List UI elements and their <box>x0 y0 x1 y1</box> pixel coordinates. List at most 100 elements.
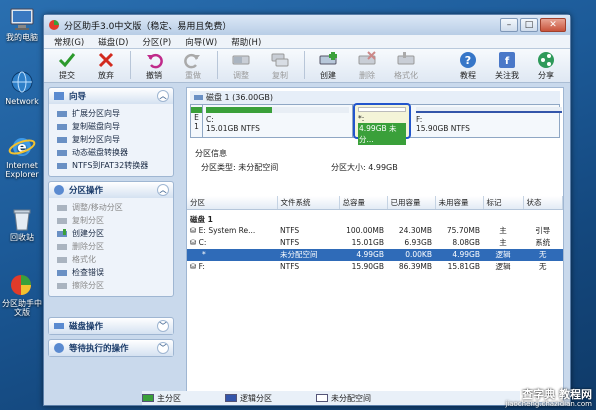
wizard-panel-header[interactable]: 向导 ︿ <box>49 88 173 104</box>
commit-button[interactable]: 提交 <box>48 51 86 81</box>
sidebar-item-check-errors[interactable]: 检查错误 <box>57 266 167 279</box>
minimize-button[interactable]: – <box>500 18 518 32</box>
desktop-icon-network[interactable]: Network <box>2 70 42 107</box>
sidebar-item-format[interactable]: 格式化 <box>57 253 167 266</box>
disk-segment-f[interactable]: F: 15.90GB NTFS <box>413 105 565 137</box>
redo-button[interactable]: 重做 <box>174 51 212 81</box>
sidebar-item-dynamic-disk[interactable]: 动态磁盘转换器 <box>57 146 167 159</box>
legend-label: 主分区 <box>157 393 181 403</box>
pending-ops-header[interactable]: 等待执行的操作 ﹀ <box>49 340 173 356</box>
menu-disk[interactable]: 磁盘(D) <box>98 36 128 48</box>
col-partition[interactable]: 分区 <box>187 196 278 210</box>
menu-help[interactable]: 帮助(H) <box>231 36 261 48</box>
col-flag[interactable]: 标记 <box>483 196 524 210</box>
format-button[interactable]: 格式化 <box>387 51 425 81</box>
chevron-up-icon[interactable]: ︿ <box>157 90 169 102</box>
sidebar-item-delete[interactable]: 删除分区 <box>57 240 167 253</box>
segment-name: F: <box>416 115 423 124</box>
segment-sub: 4.99GB 未分... <box>358 123 406 145</box>
resize-label: 调整 <box>233 71 249 80</box>
sidebar-item-label: 扩展分区向导 <box>72 109 120 118</box>
legend-unallocated: 未分配空间 <box>316 393 371 404</box>
col-total[interactable]: 总容量 <box>339 196 388 210</box>
table-row[interactable]: ⛁ F: NTFS 15.90GB 86.39MB 15.81GB 逻辑 无 <box>187 261 563 273</box>
sidebar-item-extend-wizard[interactable]: 扩展分区向导 <box>57 107 167 120</box>
sidebar-item-wipe[interactable]: 擦除分区 <box>57 279 167 292</box>
app-window: 分区助手3.0中文版（稳定、易用且免费） – □ ✕ 常规(G) 磁盘(D) 分… <box>43 14 571 406</box>
segment-name: E <box>194 113 199 122</box>
cell-name: ⛁ F: <box>187 261 277 273</box>
follow-icon: f <box>499 52 515 68</box>
cell-total: 4.99GB <box>339 248 387 261</box>
segment-sub: 15.90GB NTFS <box>416 124 470 133</box>
delete-label: 删除 <box>359 71 375 80</box>
disk-group-row[interactable]: 磁盘 1 <box>187 209 563 225</box>
cell-used: 0.00KB <box>387 248 435 261</box>
chevron-up-icon[interactable]: ︿ <box>157 184 169 196</box>
sidebar-item-label: 复制分区向导 <box>72 135 120 144</box>
discard-button[interactable]: 放弃 <box>87 51 125 81</box>
create-button[interactable]: 创建 <box>309 51 347 81</box>
watermark-title: 查字典 教程网 <box>522 388 592 402</box>
col-free[interactable]: 未用容量 <box>435 196 484 210</box>
wizard-item-icon <box>57 136 67 143</box>
format-label: 格式化 <box>394 71 418 80</box>
menu-partition[interactable]: 分区(P) <box>142 36 171 48</box>
sidebar-item-label: 复制分区 <box>72 216 104 225</box>
menu-general[interactable]: 常规(G) <box>54 36 84 48</box>
resize-button[interactable]: 调整 <box>222 51 260 81</box>
legend-label: 未分配空间 <box>331 393 371 403</box>
legend-swatch <box>316 394 328 402</box>
table-row[interactable]: ⛁ C: NTFS 15.01GB 6.93GB 8.08GB 主 系统 <box>187 237 563 249</box>
sidebar-item-resize[interactable]: 调整/移动分区 <box>57 201 167 214</box>
desktop-icon-recycle-bin[interactable]: 回收站 <box>2 206 42 243</box>
follow-button[interactable]: f 关注我 <box>488 51 526 81</box>
cell-flag: 主 <box>499 238 507 247</box>
cell-flag: 逻辑 <box>495 262 511 271</box>
disk-segment-unallocated[interactable]: *: 4.99GB 未分... <box>353 103 411 145</box>
col-filesystem[interactable]: 文件系统 <box>277 196 340 210</box>
desktop-icon-label: 我的电脑 <box>6 33 38 42</box>
table-row-selected[interactable]: * 未分配空间 4.99GB 0.00KB 4.99GB 逻辑 无 <box>187 248 563 261</box>
col-status[interactable]: 状态 <box>523 196 563 210</box>
sidebar-item-create[interactable]: 创建分区 <box>57 227 167 240</box>
sidebar-item-ntfs-fat32[interactable]: NTFS到FAT32转换器 <box>57 159 167 172</box>
disk-ops-icon <box>54 323 64 329</box>
copy-button[interactable]: 复制 <box>261 51 299 81</box>
disk-segment-e[interactable]: E 1 <box>191 105 203 137</box>
table-header: 分区 文件系统 总容量 已用容量 未用容量 标记 状态 <box>187 196 563 210</box>
wipe-item-icon <box>57 282 67 289</box>
sidebar-item-copy-disk[interactable]: 复制磁盘向导 <box>57 120 167 133</box>
disk-segment-c[interactable]: C: 15.01GB NTFS <box>203 105 353 137</box>
svg-text:f: f <box>505 56 510 67</box>
chevron-down-icon[interactable]: ﹀ <box>157 342 169 354</box>
disk-ops-header[interactable]: 磁盘操作 ﹀ <box>49 318 173 334</box>
menu-wizard[interactable]: 向导(W) <box>185 36 217 48</box>
table-row[interactable]: ⛁ E: System Re... NTFS 100.00MB 24.30MB … <box>187 225 563 237</box>
partition-size: 分区大小: 4.99GB <box>331 163 398 172</box>
chevron-down-icon[interactable]: ﹀ <box>157 320 169 332</box>
format-item-icon <box>57 256 67 263</box>
maximize-button[interactable]: □ <box>520 18 538 32</box>
sidebar-item-label: 检查错误 <box>72 268 104 277</box>
partition-ops-title: 分区操作 <box>69 186 104 196</box>
tutorial-button[interactable]: ? 教程 <box>449 51 487 81</box>
sidebar-item-copy-partition[interactable]: 复制分区向导 <box>57 133 167 146</box>
sidebar-item-copy[interactable]: 复制分区 <box>57 214 167 227</box>
col-used[interactable]: 已用容量 <box>387 196 436 210</box>
partition-info: 分区信息 分区类型: 未分配空间 分区大小: 4.99GB <box>187 138 563 196</box>
partition-ops-header[interactable]: 分区操作 ︿ <box>49 182 173 198</box>
undo-button[interactable]: 撤销 <box>135 51 173 81</box>
segment-sub: 1 <box>194 122 199 131</box>
desktop-icon-ie[interactable]: e Internet Explorer <box>2 134 42 180</box>
wizard-icon <box>54 92 64 100</box>
desktop-icon-partition-assistant[interactable]: 分区助手中文版 <box>2 272 42 318</box>
close-button[interactable]: ✕ <box>540 18 566 32</box>
computer-icon <box>10 8 34 30</box>
watermark-sub: jiaocheng.chazidian.com <box>505 399 592 408</box>
delete-button[interactable]: 删除 <box>348 51 386 81</box>
title-bar[interactable]: 分区助手3.0中文版（稳定、易用且免费） – □ ✕ <box>44 15 570 35</box>
sidebar-item-label: 复制磁盘向导 <box>72 122 120 131</box>
desktop-icon-computer[interactable]: 我的电脑 <box>2 6 42 43</box>
share-button[interactable]: 分享 <box>527 51 565 81</box>
